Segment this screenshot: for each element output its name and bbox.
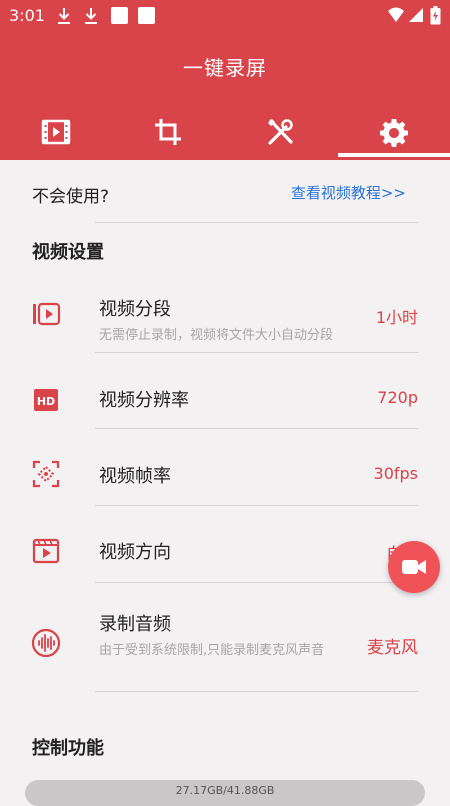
svg-text:HD: HD xyxy=(37,395,55,408)
setting-value: 1小时 xyxy=(375,308,418,327)
wifi-icon xyxy=(388,7,404,22)
divider xyxy=(95,582,418,583)
crop-icon xyxy=(155,119,181,145)
setting-title: 视频方向 xyxy=(99,542,171,563)
divider xyxy=(95,691,418,692)
storage-usage-bar: 27.17GB/41.88GB xyxy=(25,780,425,806)
frame-rate-icon xyxy=(32,460,60,488)
tab-tools[interactable] xyxy=(224,104,336,160)
section-title-video-settings: 视频设置 xyxy=(32,242,104,263)
divider xyxy=(95,428,418,429)
divider xyxy=(95,505,418,506)
tab-bar xyxy=(0,104,450,160)
help-question: 不会使用? xyxy=(32,187,110,207)
square-notification-icon xyxy=(138,7,155,24)
setting-title: 视频帧率 xyxy=(99,466,171,487)
status-time: 3:01 xyxy=(9,6,45,25)
download-icon xyxy=(58,8,70,24)
setting-title: 视频分辨率 xyxy=(99,390,189,411)
setting-value: 720p xyxy=(377,388,418,407)
setting-value: 30fps xyxy=(373,464,418,483)
video-segment-icon xyxy=(33,302,61,326)
section-title-control: 控制功能 xyxy=(32,738,104,759)
tab-selected-indicator xyxy=(338,153,450,157)
hd-icon: HD xyxy=(34,389,58,411)
gear-icon xyxy=(380,119,408,147)
setting-value: 麦克风 xyxy=(367,638,418,658)
audio-icon xyxy=(31,628,61,658)
orientation-icon xyxy=(32,538,60,564)
download-icon xyxy=(85,8,97,24)
divider xyxy=(95,352,418,353)
signal-icon xyxy=(409,8,423,22)
page-title: 一键录屏 xyxy=(183,56,267,80)
setting-title: 视频分段 xyxy=(99,299,171,320)
storage-usage-text: 27.17GB/41.88GB xyxy=(175,784,275,797)
video-list-icon xyxy=(41,119,71,145)
setting-description: 无需停止录制，视频将文件大小自动分段 xyxy=(99,328,334,343)
divider xyxy=(95,222,418,223)
status-bar: 3:01 xyxy=(0,0,450,32)
record-fab-button[interactable] xyxy=(388,541,440,593)
tools-icon xyxy=(268,119,293,145)
tab-crop[interactable] xyxy=(112,104,224,160)
tab-videos[interactable] xyxy=(0,104,112,160)
video-tutorial-link[interactable]: 查看视频教程>> xyxy=(291,182,406,203)
setting-description: 由于受到系统限制,只能录制麦克风声音 xyxy=(99,643,325,658)
battery-icon xyxy=(430,6,441,25)
square-notification-icon xyxy=(111,7,128,24)
setting-title: 录制音频 xyxy=(99,614,171,635)
tab-settings[interactable] xyxy=(338,104,450,160)
video-camera-icon xyxy=(402,560,426,574)
